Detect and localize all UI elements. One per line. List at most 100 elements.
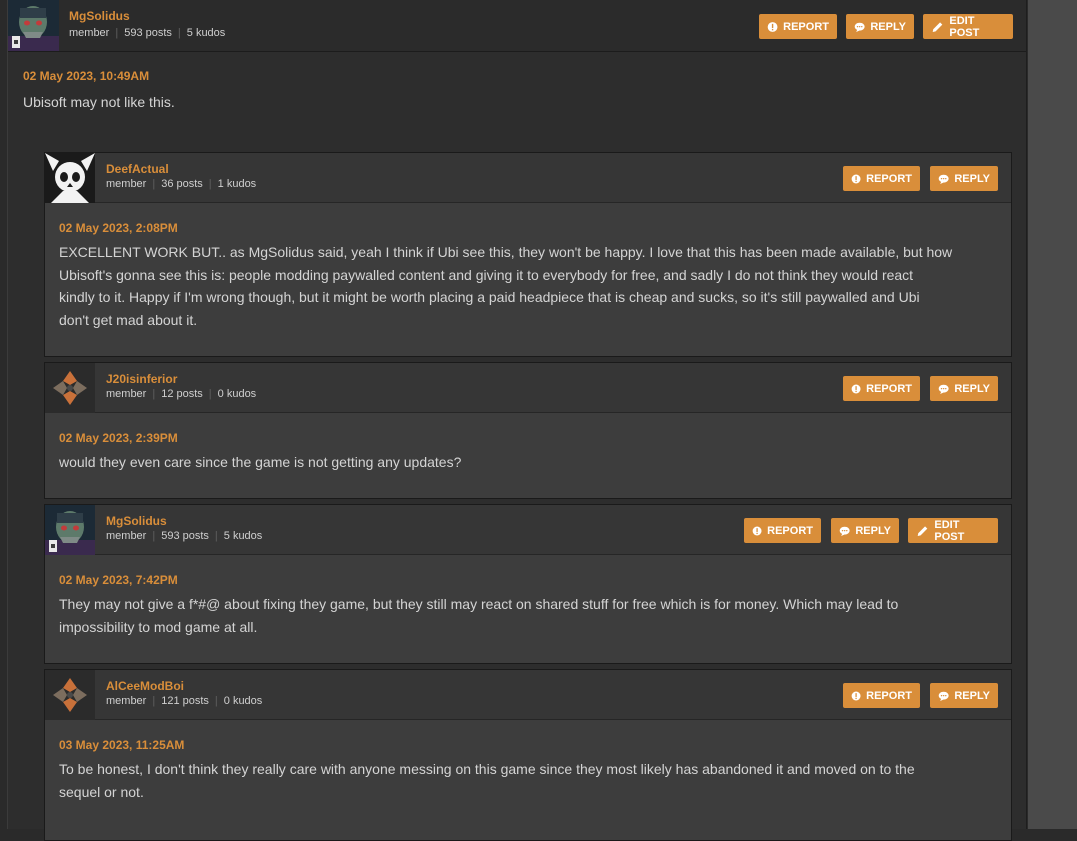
author-name[interactable]: AlCeeModBoi (106, 679, 184, 693)
reply-body: 02 May 2023, 2:08PM EXCELLENT WORK BUT..… (45, 203, 1011, 356)
reply-label: REPLY (870, 20, 906, 33)
reply-button[interactable]: REPLY (930, 376, 998, 401)
author-meta: member | 36 posts | 1 kudos (106, 178, 257, 190)
speech-bubble-icon (938, 384, 949, 394)
report-label: REPORT (767, 524, 813, 537)
reply-header: MgSolidus member | 593 posts | 5 kudos REPOR… (45, 505, 1011, 555)
alert-icon (767, 21, 778, 32)
reply-label: REPLY (855, 524, 891, 537)
reply-label: REPLY (954, 172, 990, 185)
author-role: member (69, 27, 110, 39)
alert-icon (851, 174, 861, 183)
post-date: 02 May 2023, 2:39PM (59, 431, 178, 445)
report-button[interactable]: REPORT (843, 166, 920, 191)
author-role: member (106, 530, 147, 542)
text-line: Ubisoft's gonna see this is: people modd… (59, 266, 914, 283)
post-text: Ubisoft may not like this. (23, 94, 175, 110)
report-label: REPORT (866, 382, 912, 395)
alert-icon (752, 526, 762, 535)
text-line: To be honest, I don't think they really … (59, 761, 915, 777)
reply-header: DeefActual member | 36 posts | 1 kudos REPOR… (45, 153, 1011, 203)
author-name[interactable]: MgSolidus (106, 514, 167, 528)
reply-header: AlCeeModBoi member | 121 posts | 0 kudos REP… (45, 670, 1011, 720)
post-text: To be honest, I don't think they really … (59, 758, 915, 803)
post-count: 121 posts (161, 695, 209, 707)
reply-post: DeefActual member | 36 posts | 1 kudos REPOR… (44, 152, 1012, 357)
avatar[interactable] (45, 363, 95, 413)
text-line: sequel or not. (59, 783, 144, 800)
post-text: They may not give a f*#@ about fixing th… (59, 593, 898, 638)
reply-body: 03 May 2023, 11:25AM To be honest, I don… (45, 720, 1011, 840)
reply-header: J20isinferior member | 12 posts | 0 kudos RE… (45, 363, 1011, 413)
author-role: member (106, 695, 147, 707)
edit-label: EDIT POST (949, 14, 980, 39)
reply-post: AlCeeModBoi member | 121 posts | 0 kudos REP… (44, 669, 1012, 841)
post-date: 03 May 2023, 11:25AM (59, 738, 185, 752)
kudos-count: 5 kudos (186, 27, 226, 39)
post-count: 36 posts (161, 178, 203, 190)
author-role: member (106, 178, 147, 190)
speech-bubble-icon (938, 174, 949, 184)
author-meta: member | 593 posts | 5 kudos (69, 27, 226, 39)
reply-label: REPLY (954, 382, 990, 395)
right-gutter (1028, 0, 1077, 829)
edit-label: EDIT POST (934, 518, 965, 543)
avatar[interactable] (45, 153, 95, 203)
reply-button[interactable]: REPLY (831, 518, 899, 543)
author-name[interactable]: MgSolidus (69, 9, 130, 23)
post-date: 02 May 2023, 2:08PM (59, 221, 178, 235)
pencil-icon (932, 21, 943, 32)
main-post: MgSolidus member | 593 posts | 5 kudos REPOR… (7, 0, 1027, 841)
report-button[interactable]: REPORT (843, 376, 920, 401)
post-header: MgSolidus member | 593 posts | 5 kudos REPOR… (8, 0, 1026, 52)
report-label: REPORT (866, 689, 912, 702)
post-text: would they even care since the game is n… (59, 451, 461, 474)
alert-icon (851, 691, 861, 700)
reply-post: MgSolidus member | 593 posts | 5 kudos REPOR… (44, 504, 1012, 664)
author-meta: member | 12 posts | 0 kudos (106, 388, 257, 400)
reply-label: REPLY (954, 689, 990, 702)
post-count: 593 posts (124, 27, 172, 39)
report-button[interactable]: REPORT (759, 14, 837, 39)
author-role: member (106, 388, 147, 400)
text-line: would they even care since the game is n… (59, 454, 462, 470)
pencil-icon (917, 525, 928, 536)
author-name[interactable]: J20isinferior (106, 372, 177, 386)
post-date: 02 May 2023, 10:49AM (23, 69, 150, 83)
text-line: kindly to it. Happy if I'm wrong though,… (59, 289, 920, 305)
avatar[interactable] (45, 670, 95, 720)
reply-body: 02 May 2023, 7:42PM They may not give a … (45, 555, 1011, 663)
speech-bubble-icon (854, 22, 865, 32)
reply-button[interactable]: REPLY (846, 14, 914, 39)
reply-button[interactable]: REPLY (930, 683, 998, 708)
report-label: REPORT (866, 172, 912, 185)
report-button[interactable]: REPORT (744, 518, 821, 543)
avatar[interactable] (45, 505, 95, 555)
post-count: 12 posts (161, 388, 203, 400)
text-line: don't get mad about it. (59, 311, 198, 328)
kudos-count: 0 kudos (223, 695, 263, 707)
speech-bubble-icon (938, 691, 949, 701)
author-meta: member | 593 posts | 5 kudos (106, 530, 263, 542)
kudos-count: 0 kudos (217, 388, 257, 400)
post-count: 593 posts (161, 530, 209, 542)
report-label: REPORT (783, 20, 829, 33)
speech-bubble-icon (839, 526, 850, 536)
text-line: They may not give a f*#@ about fixing th… (59, 596, 899, 612)
edit-post-button[interactable]: EDIT POST (908, 518, 998, 543)
author-meta: member | 121 posts | 0 kudos (106, 695, 263, 707)
post-text: EXCELLENT WORK BUT.. as MgSolidus said, … (59, 241, 952, 331)
reply-body: 02 May 2023, 2:39PM would they even care… (45, 413, 1011, 498)
text-line: impossibility to mod game at all. (59, 618, 258, 635)
text-line: EXCELLENT WORK BUT.. as MgSolidus said, … (59, 244, 953, 260)
report-button[interactable]: REPORT (843, 683, 920, 708)
avatar[interactable] (8, 0, 59, 51)
kudos-count: 5 kudos (223, 530, 263, 542)
alert-icon (851, 384, 861, 393)
author-name[interactable]: DeefActual (106, 162, 169, 176)
reply-post: J20isinferior member | 12 posts | 0 kudos RE… (44, 362, 1012, 499)
edit-post-button[interactable]: EDIT POST (923, 14, 1013, 39)
post-date: 02 May 2023, 7:42PM (59, 573, 178, 587)
kudos-count: 1 kudos (217, 178, 257, 190)
reply-button[interactable]: REPLY (930, 166, 998, 191)
